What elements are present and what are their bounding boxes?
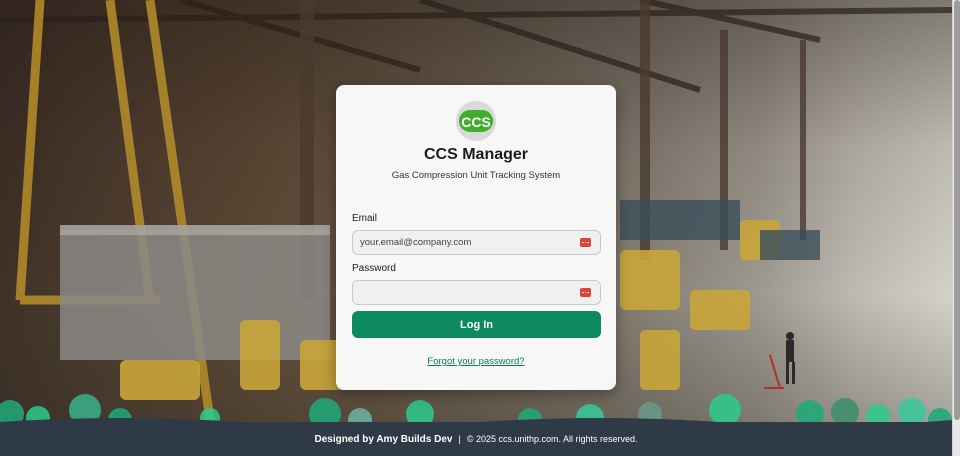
scrollbar-thumb[interactable] <box>954 0 960 420</box>
password-label: Password <box>352 263 396 274</box>
footer-separator: | <box>458 434 461 444</box>
page-scrollbar[interactable] <box>952 0 960 456</box>
logo-text: CCS <box>461 114 491 130</box>
forgot-password-link[interactable]: Forgot your password? <box>336 356 616 367</box>
footer-designed-by: Designed by Amy Builds Dev <box>314 433 453 445</box>
login-card: CCS CCS Manager Gas Compression Unit Tra… <box>336 85 616 390</box>
password-manager-icon[interactable] <box>580 288 591 297</box>
password-field[interactable] <box>352 280 601 305</box>
email-field[interactable] <box>352 230 601 255</box>
footer: Designed by Amy Builds Dev | © 2025 ccs.… <box>0 422 952 456</box>
password-manager-icon[interactable] <box>580 238 591 247</box>
footer-copyright: © 2025 ccs.unithp.com. All rights reserv… <box>466 434 638 444</box>
app-subtitle: Gas Compression Unit Tracking System <box>391 170 561 181</box>
ccs-logo-icon: CCS <box>456 101 496 141</box>
email-label: Email <box>352 213 378 224</box>
app-title: CCS Manager <box>423 146 529 163</box>
login-button[interactable]: Log In <box>352 311 601 338</box>
